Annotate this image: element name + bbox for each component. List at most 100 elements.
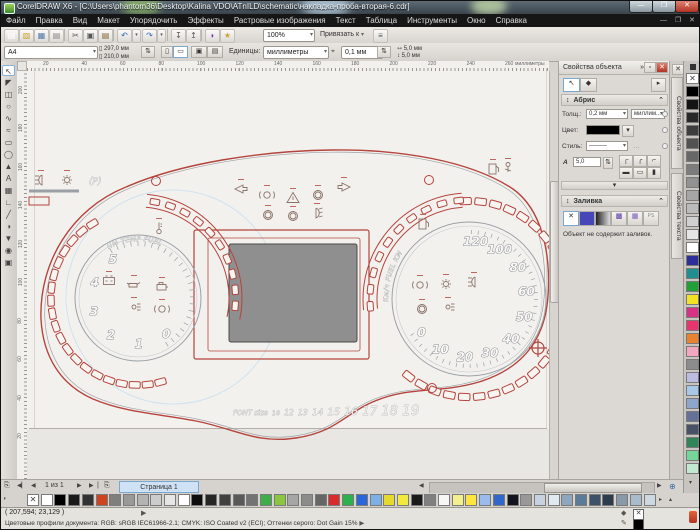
pick-tool[interactable]: ↖ [2, 65, 15, 76]
nudge-spin[interactable]: ⇅ [377, 46, 391, 58]
color-swatch[interactable] [287, 494, 299, 506]
color-swatch[interactable] [205, 494, 217, 506]
property-source-indicator[interactable] [662, 127, 668, 133]
color-swatch[interactable] [137, 494, 149, 506]
tab-text-properties[interactable]: Свойства текста [671, 173, 683, 259]
menu-item-0[interactable]: Файл [1, 14, 31, 27]
page-height-field[interactable]: ▯ 210,0 мм [99, 53, 129, 60]
cap-round-button[interactable]: ▭ [633, 167, 647, 179]
menu-item-8[interactable]: Таблица [361, 14, 402, 27]
color-swatch[interactable] [575, 494, 587, 506]
property-source-indicator[interactable] [662, 143, 668, 149]
menu-item-4[interactable]: Упорядочить [125, 14, 183, 27]
color-swatch[interactable] [561, 494, 573, 506]
color-swatch[interactable] [82, 494, 94, 506]
outline-color-swatch[interactable] [586, 125, 620, 135]
redo-dropdown-icon[interactable]: ▾ [157, 29, 166, 43]
color-swatch[interactable] [397, 494, 409, 506]
color-swatch[interactable] [548, 494, 560, 506]
spin-buttons[interactable]: ⇅ [141, 46, 155, 58]
color-swatch[interactable] [178, 494, 190, 506]
undo-icon[interactable]: ↶ [117, 29, 132, 43]
miter-limit-input[interactable]: 5,0 [573, 157, 601, 167]
outline-section-header[interactable]: ↕ Абрис ⌃ [561, 94, 668, 106]
object-tab-button[interactable]: ↖ [563, 78, 580, 92]
document-window-controls[interactable]: — ❐ ✕ [660, 14, 698, 27]
color-swatch[interactable] [686, 216, 699, 227]
prev-page-button[interactable]: ◀ [31, 482, 36, 489]
last-page-button[interactable]: ▶▕ [89, 482, 98, 489]
color-swatch[interactable] [686, 99, 699, 110]
color-swatch[interactable] [109, 494, 121, 506]
page-width-field[interactable]: ▯ 297,0 мм [99, 45, 129, 52]
import-icon[interactable]: ↧ [171, 29, 186, 43]
color-swatch[interactable] [686, 190, 699, 201]
docker-close-button[interactable]: ✕ [656, 62, 668, 73]
menu-item-11[interactable]: Справка [491, 14, 532, 27]
color-swatch[interactable] [534, 494, 546, 506]
color-swatch[interactable] [370, 494, 382, 506]
landscape-button[interactable]: ▭ [173, 46, 188, 58]
color-swatch[interactable] [150, 494, 162, 506]
cluster-root[interactable]: 012345010203040506080100120HM TEMP FUELК… [27, 71, 549, 479]
color-swatch[interactable] [686, 450, 699, 461]
cap-square-button[interactable]: ▮ [647, 167, 661, 179]
tab-object-properties[interactable]: Свойства объекта [671, 77, 683, 169]
color-swatch[interactable] [686, 229, 699, 240]
color-swatch[interactable]: ✕ [686, 73, 699, 84]
all-pages-button[interactable]: ▣ [191, 46, 207, 58]
shape-tool[interactable]: ◤ [2, 77, 15, 88]
table-tool[interactable]: ▦ [2, 185, 15, 196]
add-page-icon[interactable]: ⎘ [104, 482, 110, 490]
color-swatch[interactable] [191, 494, 203, 506]
page-flip-icon[interactable]: ⎘ [4, 482, 10, 490]
fill-uniform-button[interactable] [579, 211, 595, 226]
fill-pattern-button[interactable]: ▩ [611, 211, 627, 226]
print-icon[interactable]: ▤ [49, 29, 64, 43]
connector-tool[interactable]: ╱ [2, 209, 15, 220]
application-launcher-icon[interactable]: ◗ [205, 29, 220, 43]
pan-zoom-icon[interactable]: ⊕ [669, 482, 676, 491]
outline-width-combo[interactable]: 0,2 мм▾ [586, 109, 628, 119]
color-swatch[interactable] [96, 494, 108, 506]
color-swatch[interactable] [686, 177, 699, 188]
color-swatch[interactable] [233, 494, 245, 506]
docker-pin-button[interactable]: ▫ [644, 62, 656, 73]
color-swatch[interactable] [356, 494, 368, 506]
duplicate-y-field[interactable]: ↕ 5,0 мм [397, 53, 420, 59]
color-swatch[interactable] [686, 411, 699, 422]
color-swatch[interactable] [686, 164, 699, 175]
color-swatch[interactable] [479, 494, 491, 506]
color-swatch[interactable] [383, 494, 395, 506]
docker-options-button[interactable]: ▸ [651, 78, 666, 92]
fill-postscript-button[interactable]: PS [643, 211, 659, 226]
zoom-tool[interactable]: ○ [2, 101, 15, 112]
blend-tool[interactable]: ◑ [2, 221, 15, 232]
color-swatch[interactable] [686, 203, 699, 214]
color-swatch[interactable] [68, 494, 80, 506]
fill-tool[interactable]: ▣ [2, 257, 15, 268]
color-swatch[interactable] [54, 494, 66, 506]
palette-grip[interactable] [690, 64, 696, 70]
color-swatch[interactable] [686, 255, 699, 266]
minimize-button[interactable]: — [629, 1, 653, 13]
color-swatch[interactable] [438, 494, 450, 506]
color-swatch[interactable] [411, 494, 423, 506]
horizontal-scrollbar-thumb[interactable] [544, 483, 642, 493]
outline-units-combo[interactable]: миллим...▾ [631, 109, 665, 119]
color-swatch[interactable] [630, 494, 642, 506]
color-swatch[interactable] [686, 294, 699, 305]
duplicate-x-field[interactable]: ⇿ 5,0 мм [397, 45, 422, 52]
corner-miter-button[interactable]: ┌ [619, 155, 633, 167]
next-page-button[interactable]: ▶ [77, 482, 82, 489]
palette-scroll-right-icon[interactable]: ▸ [659, 496, 662, 503]
options-icon[interactable]: ≡ [373, 29, 388, 43]
new-document-icon[interactable]: ▤ [4, 29, 19, 43]
first-page-button[interactable]: ◀▏ [17, 482, 26, 489]
menu-item-2[interactable]: Вид [68, 14, 92, 27]
color-swatch[interactable] [602, 494, 614, 506]
color-swatch[interactable] [686, 320, 699, 331]
color-swatch[interactable] [328, 494, 340, 506]
color-swatch[interactable] [686, 281, 699, 292]
outline-style-combo[interactable]: ———▾ [586, 141, 628, 151]
